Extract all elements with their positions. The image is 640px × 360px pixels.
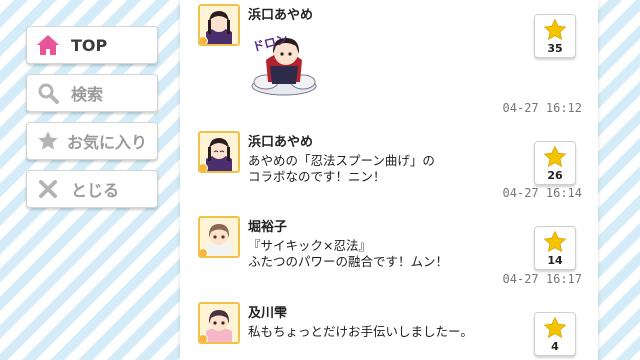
message-line: あやめの「忍法スプーン曲げ」の [248,153,435,168]
side-nav: TOP 検索 お気に入り とじる [26,26,158,218]
timestamp: 04-27 16:12 [502,101,582,115]
nav-search-button[interactable]: 検索 [26,74,158,112]
nav-top-button[interactable]: TOP [26,26,158,64]
home-icon [35,32,61,58]
list-item: 浜口あやめ ドロン 35 04-27 16:12 [180,4,598,122]
author-name: 堀裕子 [248,220,288,235]
nav-close-label: とじる [71,181,120,200]
avatar[interactable] [198,4,240,46]
like-count: 14 [547,254,563,267]
nav-top-label: TOP [71,35,108,55]
rank-badge [200,163,208,171]
close-icon [35,176,61,202]
message-line: 私もちょっとだけお手伝いしましたー。 [248,324,473,339]
like-button[interactable]: 4 [534,312,576,356]
like-count: 35 [547,42,563,55]
rank-badge [200,36,208,44]
avatar[interactable] [198,131,240,173]
like-count: 26 [547,169,563,182]
nav-favorites-label: お気に入り [67,133,148,152]
author-name: 浜口あやめ [248,135,314,150]
message-line: コラボなのです！ニン！ [248,169,386,184]
star-icon [35,128,61,154]
star-icon [543,145,567,168]
avatar[interactable] [198,216,240,258]
message-line: ふたつのパワーの融合です！ムン！ [248,254,449,269]
message-text: 『サイキック×忍法』 ふたつのパワーの融合です！ムン！ [248,238,518,270]
list-item: 及川雫 私もちょっとだけお手伝いしましたー。 4 [180,302,598,360]
author-name: 浜口あやめ [248,8,314,23]
like-button[interactable]: 35 [534,14,576,58]
star-icon [543,230,567,253]
list-item: 浜口あやめ あやめの「忍法スプーン曲げ」の コラボなのです！ニン！ 26 04-… [180,131,598,207]
nav-close-button[interactable]: とじる [26,170,158,208]
like-button[interactable]: 26 [534,141,576,185]
nav-favorites-button[interactable]: お気に入り [26,122,158,160]
star-icon [543,18,567,41]
timestamp: 04-27 16:17 [502,272,582,286]
list-item: 堀裕子 『サイキック×忍法』 ふたつのパワーの融合です！ムン！ 14 04-27… [180,216,598,292]
author-name: 及川雫 [248,306,288,321]
message-text: あやめの「忍法スプーン曲げ」の コラボなのです！ニン！ [248,153,518,185]
rank-badge [200,248,208,256]
star-icon [543,316,567,339]
like-button[interactable]: 14 [534,226,576,270]
search-icon [35,80,61,106]
message-line: 『サイキック×忍法』 [248,238,371,253]
rank-badge [200,334,208,342]
message-text: 私もちょっとだけお手伝いしましたー。 [248,324,518,340]
timestamp: 04-27 16:14 [502,186,582,200]
like-count: 4 [551,340,559,353]
nav-search-label: 検索 [71,85,104,104]
stamp-image: ドロン [248,26,320,96]
feed-panel: 浜口あやめ ドロン 35 04-27 16:12 浜口あやめ あやめの「忍法スプ… [180,0,598,360]
avatar[interactable] [198,302,240,344]
